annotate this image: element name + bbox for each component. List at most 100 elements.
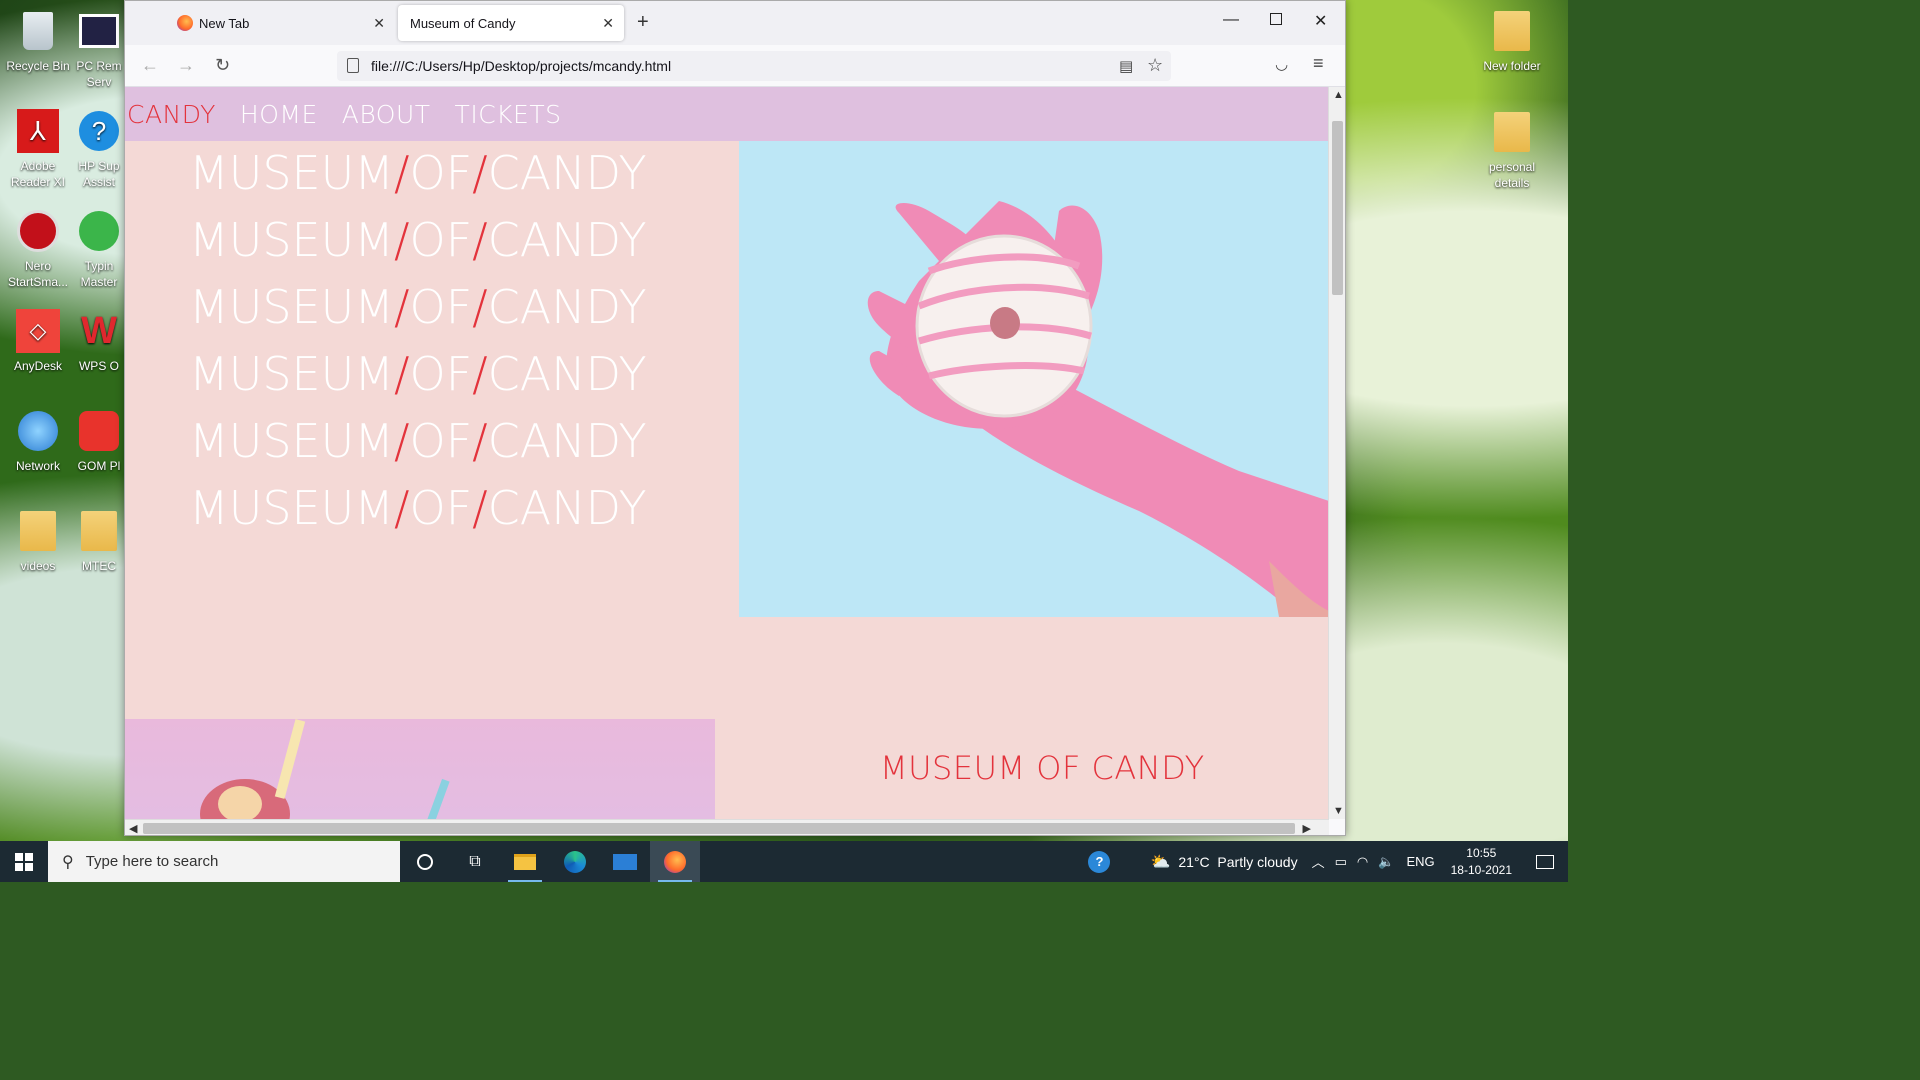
- bookmark-star-icon[interactable]: ☆: [1147, 55, 1163, 76]
- back-arrow-icon[interactable]: ←: [141, 55, 159, 76]
- pocket-icon[interactable]: ◡: [1275, 55, 1288, 73]
- desktop-icon[interactable]: W WPS O: [74, 308, 124, 374]
- desktop-icon[interactable]: ◇ AnyDesk: [2, 308, 74, 374]
- desktop-icon-label: WPS O: [78, 359, 119, 373]
- clock[interactable]: 10:55 18-10-2021: [1451, 845, 1512, 879]
- hero-slash: /: [393, 414, 410, 468]
- nav-tickets[interactable]: TICKETS: [455, 100, 562, 129]
- notification-icon[interactable]: [1536, 854, 1554, 869]
- clock-date: 18-10-2021: [1450, 862, 1512, 877]
- desktop-icon[interactable]: Network: [2, 408, 74, 474]
- site-brand[interactable]: CANDY: [127, 100, 216, 129]
- hero-word: CANDY: [487, 213, 647, 267]
- wifi-icon[interactable]: ◠: [1357, 854, 1368, 870]
- url-bar[interactable]: file:///C:/Users/Hp/Desktop/projects/mca…: [337, 51, 1171, 81]
- desktop-icon[interactable]: ? HP Sup Assist: [74, 108, 124, 190]
- hero-word: OF: [409, 481, 473, 535]
- tab-title: New Tab: [199, 15, 250, 31]
- desktop-icon[interactable]: personal details: [1476, 109, 1548, 191]
- hero-word: CANDY: [487, 347, 647, 401]
- task-view-icon[interactable]: ⧉: [450, 841, 500, 882]
- desktop-icon[interactable]: ⅄ Adobe Reader XI: [2, 108, 74, 190]
- nero-icon: [15, 208, 61, 254]
- folder-icon: [15, 508, 61, 554]
- file-explorer-icon[interactable]: [500, 841, 550, 882]
- help-icon[interactable]: ?: [1088, 850, 1111, 873]
- reload-icon[interactable]: ↻: [215, 55, 230, 76]
- scroll-down-icon[interactable]: ▼: [1333, 805, 1344, 817]
- menu-icon[interactable]: ≡: [1313, 53, 1324, 74]
- lollipop-illustration: [200, 719, 450, 819]
- hero-word: OF: [409, 414, 473, 468]
- tab-title: Museum of Candy: [410, 15, 516, 31]
- cortana-icon[interactable]: [400, 841, 450, 882]
- hero-word: MUSEUM: [189, 481, 394, 535]
- nav-home[interactable]: HOME: [240, 100, 318, 129]
- start-button[interactable]: [0, 841, 48, 882]
- close-tab-icon[interactable]: ✕: [373, 15, 385, 32]
- desktop-icon[interactable]: Typin Master: [74, 208, 124, 290]
- desktop-icon[interactable]: Nero StartSma...: [2, 208, 74, 290]
- reader-view-icon[interactable]: ▤: [1119, 57, 1133, 75]
- desktop-icon[interactable]: GOM Pl: [74, 408, 124, 474]
- desktop-icon-label: personal details: [1488, 160, 1536, 190]
- scroll-left-icon[interactable]: ◀: [129, 822, 137, 835]
- new-tab-icon[interactable]: +: [637, 11, 649, 34]
- desktop-icon-label: Adobe Reader XI: [10, 159, 66, 189]
- taskbar-search[interactable]: ⚲ Type here to search: [48, 841, 400, 882]
- hero-slash: /: [472, 347, 488, 401]
- scroll-up-icon[interactable]: ▲: [1333, 89, 1344, 101]
- recycle-bin-icon: [15, 8, 61, 54]
- folder-icon: [1489, 109, 1535, 155]
- desktop-icon-label: Typin Master: [80, 259, 118, 289]
- hero-word: MUSEUM: [189, 280, 394, 334]
- horizontal-scrollbar[interactable]: ◀ ▶: [125, 819, 1329, 835]
- close-window-icon[interactable]: ✕: [1314, 11, 1327, 31]
- forward-arrow-icon[interactable]: →: [177, 55, 195, 76]
- hero-slash: /: [472, 213, 488, 267]
- firefox-taskbar-icon[interactable]: [650, 841, 700, 882]
- adobe-reader-icon: ⅄: [15, 108, 61, 154]
- hero-word: MUSEUM: [189, 414, 394, 468]
- desktop-icon-label: GOM Pl: [77, 459, 121, 473]
- desktop-icon[interactable]: MTEC: [74, 508, 124, 574]
- vertical-scroll-thumb[interactable]: [1332, 121, 1343, 295]
- desktop-icon[interactable]: videos: [2, 508, 74, 574]
- weather-text[interactable]: 21°C Partly cloudy: [1178, 854, 1297, 870]
- desktop-icon[interactable]: Recycle Bin: [2, 8, 74, 74]
- hero-line: MUSEUM/OF/CANDY: [189, 413, 647, 480]
- hero-line: MUSEUM/OF/CANDY: [189, 145, 647, 212]
- desktop-icon[interactable]: New folder: [1476, 8, 1548, 74]
- nav-about[interactable]: ABOUT: [342, 100, 431, 129]
- vertical-scrollbar[interactable]: ▲ ▼: [1328, 87, 1345, 819]
- desktop-icon[interactable]: PC Rem Serv: [74, 8, 124, 90]
- minimize-icon[interactable]: —: [1223, 11, 1239, 29]
- desktop-icon-label: Recycle Bin: [6, 59, 70, 73]
- weather-icon[interactable]: ⛅: [1150, 852, 1170, 872]
- page-icon: [347, 58, 359, 73]
- hero-slash: /: [393, 146, 410, 200]
- mail-icon[interactable]: [600, 841, 650, 882]
- folder-icon: [1489, 8, 1535, 54]
- hero-word: OF: [409, 280, 473, 334]
- scroll-right-icon[interactable]: ▶: [1303, 822, 1311, 835]
- close-tab-icon[interactable]: ✕: [602, 15, 614, 32]
- hero-word: OF: [409, 213, 473, 267]
- edge-icon[interactable]: [550, 841, 600, 882]
- tab-new-tab[interactable]: New Tab ✕: [165, 5, 395, 41]
- anydesk-icon: ◇: [15, 308, 61, 354]
- taskbar: ⚲ Type here to search ⧉ ? ⛅ 21°C Partly …: [0, 841, 1568, 882]
- desktop-icon-label: PC Rem Serv: [76, 59, 122, 89]
- tab-museum-of-candy[interactable]: Museum of Candy ✕: [398, 5, 624, 41]
- volume-icon[interactable]: 🔈: [1378, 854, 1394, 870]
- firefox-icon: [177, 15, 193, 31]
- language-indicator[interactable]: ENG: [1406, 854, 1434, 869]
- chevron-up-icon[interactable]: ︿: [1312, 852, 1325, 871]
- hero-word: CANDY: [487, 414, 647, 468]
- hero-word: MUSEUM: [189, 146, 394, 200]
- search-icon: ⚲: [62, 853, 74, 871]
- maximize-icon[interactable]: [1270, 13, 1282, 25]
- horizontal-scroll-thumb[interactable]: [143, 823, 1295, 834]
- battery-icon[interactable]: ▭: [1335, 854, 1347, 870]
- desktop-icon-label: HP Sup Assist: [78, 159, 120, 189]
